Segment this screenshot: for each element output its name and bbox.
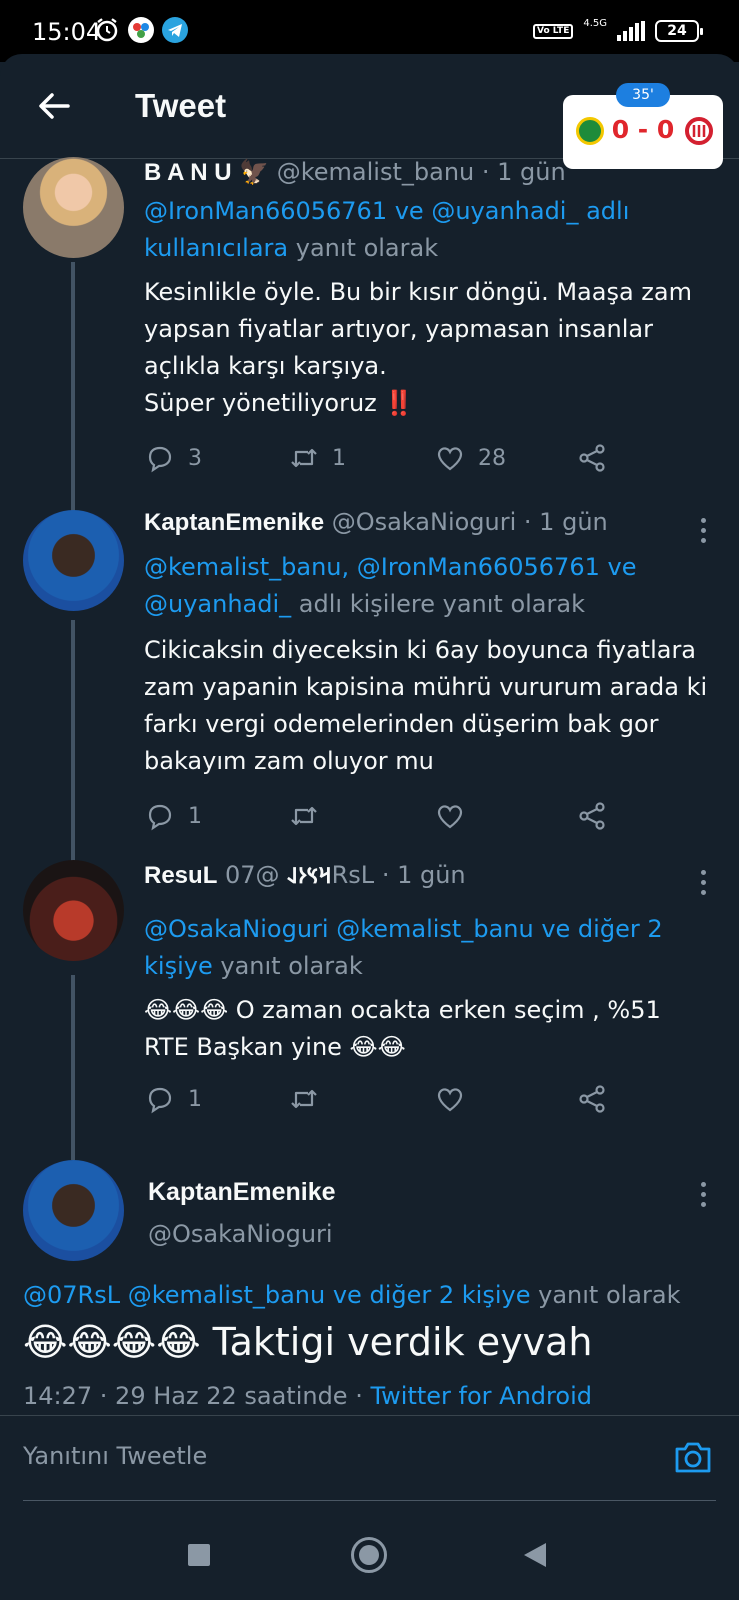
share-button[interactable] <box>576 1083 608 1115</box>
tweet-body: 😂😂😂 O zaman ocakta erken seçim , %51 RTE… <box>144 992 719 1066</box>
more-options-icon[interactable] <box>699 1182 707 1207</box>
system-nav-bar <box>0 1501 739 1600</box>
tweet-actions: 1 <box>144 1083 624 1119</box>
avatar[interactable] <box>23 1160 124 1261</box>
main-tweet-meta: 14:27 · 29 Haz 22 saatinde · Twitter for… <box>23 1382 592 1410</box>
reply-mentions[interactable]: @07RsL @kemalist_banu ve diğer 2 kişiye <box>23 1281 530 1309</box>
live-score-widget[interactable]: 35' 0 - 0 <box>563 83 723 169</box>
main-author-handle[interactable]: @OsakaNioguri <box>148 1220 333 1248</box>
reply-suffix: yanıt olarak <box>538 1281 681 1309</box>
reply-suffix: yanıt olarak <box>220 952 363 980</box>
like-button[interactable] <box>434 1083 466 1115</box>
reply-mentions[interactable]: @OsakaNioguri @kemalist_banu ve diğer 2 <box>144 911 734 948</box>
main-author-name[interactable]: KaptanEmenike <box>148 1178 336 1207</box>
tweet-source-link[interactable]: Twitter for Android <box>370 1382 591 1410</box>
home-team-logo-icon <box>576 117 604 145</box>
retweet-button[interactable] <box>288 1083 320 1115</box>
reply-icon <box>148 1087 172 1114</box>
tweet-time: · 1 gün <box>381 861 466 889</box>
reply-mention[interactable]: kişiye <box>144 952 213 980</box>
home-button[interactable] <box>351 1537 387 1573</box>
body-line: 😂😂😂 O zaman ocakta erken seçim , %51 <box>144 996 661 1024</box>
main-tweet-body: 😂😂😂😂 Taktigi verdik eyvah <box>23 1320 593 1364</box>
author-name-runes: 𐰺𐰽𐰆𐰞 <box>287 863 332 888</box>
body-line: RTE Başkan yine 😂😂 <box>144 1033 406 1061</box>
tweet-timestamp: 14:27 · 29 Haz 22 saatinde · <box>23 1382 363 1410</box>
share-icon <box>579 1085 605 1113</box>
retweet-icon <box>291 1089 317 1109</box>
heart-icon <box>437 1088 463 1112</box>
main-reply-context: @07RsL @kemalist_banu ve diğer 2 kişiye … <box>23 1281 680 1309</box>
match-minute: 35' <box>616 83 670 107</box>
back-button[interactable] <box>524 1543 546 1567</box>
tweet-header: ResuL 𐰺𐰽𐰆𐰞 @07RsL · 1 gün <box>144 860 466 890</box>
reply-input[interactable]: Yanıtını Tweetle <box>23 1442 207 1470</box>
reply-button[interactable]: 1 <box>144 1083 202 1115</box>
author-name[interactable]: ResuL <box>144 862 217 889</box>
avatar[interactable] <box>23 860 124 961</box>
reply-count: 1 <box>188 1086 202 1112</box>
away-team-logo-icon <box>685 117 713 145</box>
recent-apps-button[interactable] <box>188 1544 210 1566</box>
camera-icon[interactable] <box>672 1436 714 1478</box>
reply-context: @OsakaNioguri @kemalist_banu ve diğer 2 … <box>144 911 734 985</box>
more-options-icon[interactable] <box>699 870 707 895</box>
match-score: 0 - 0 <box>611 115 675 144</box>
reply-composer: Yanıtını Tweetle <box>0 1415 739 1501</box>
